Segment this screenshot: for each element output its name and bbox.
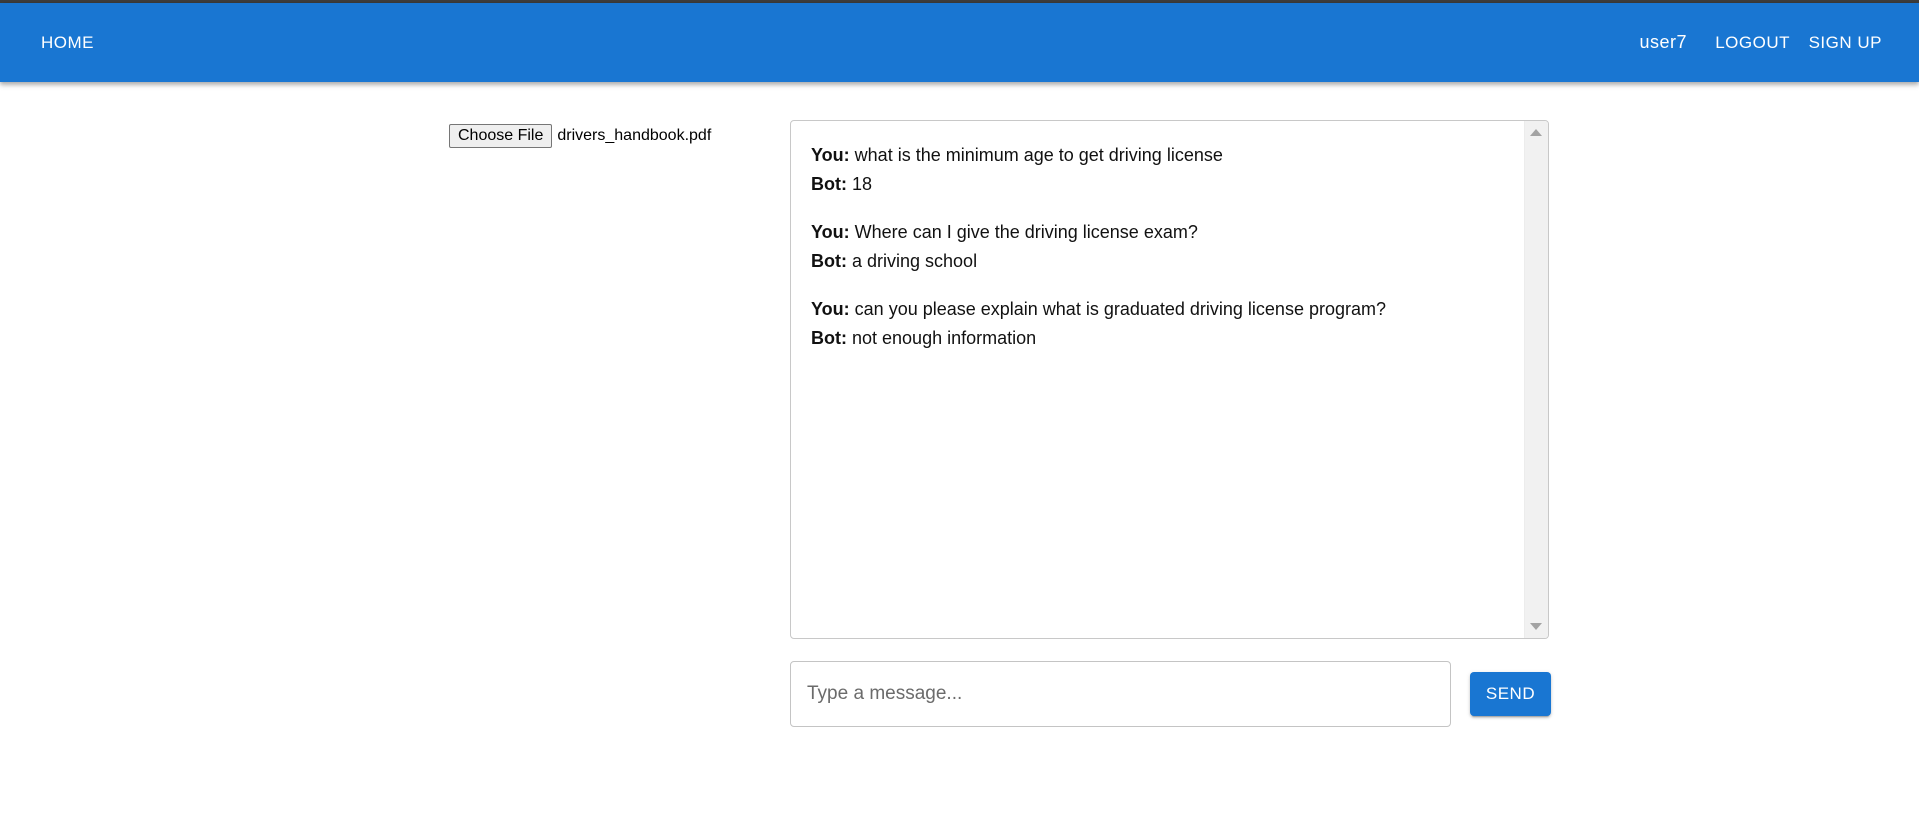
user-message: You: Where can I give the driving licens… xyxy=(811,218,1518,247)
bot-message-text: 18 xyxy=(852,174,873,194)
selected-file-name: drivers_handbook.pdf xyxy=(557,127,712,144)
signup-button[interactable]: SIGN UP xyxy=(1809,3,1882,82)
bot-message-text: not enough information xyxy=(852,328,1037,348)
bot-label: Bot: xyxy=(811,174,847,194)
message-pair: You: what is the minimum age to get driv… xyxy=(811,141,1518,199)
choose-file-button[interactable]: Choose File xyxy=(449,124,553,148)
bot-label: Bot: xyxy=(811,328,847,348)
file-upload: Choose File drivers_handbook.pdf xyxy=(449,124,711,148)
username-label: user7 xyxy=(1639,32,1687,52)
send-button[interactable]: SEND xyxy=(1470,672,1551,716)
message-pair: You: can you please explain what is grad… xyxy=(811,295,1518,353)
home-button[interactable]: HOME xyxy=(41,3,94,82)
scroll-down-arrow-icon[interactable] xyxy=(1530,623,1542,630)
bot-message: Bot: not enough information xyxy=(811,324,1518,353)
you-label: You: xyxy=(811,145,850,165)
message-input[interactable] xyxy=(790,661,1451,727)
chat-messages: You: what is the minimum age to get driv… xyxy=(811,141,1518,372)
user-message: You: what is the minimum age to get driv… xyxy=(811,141,1518,170)
user-message: You: can you please explain what is grad… xyxy=(811,295,1518,324)
user-message-text: what is the minimum age to get driving l… xyxy=(854,145,1223,165)
message-pair: You: Where can I give the driving licens… xyxy=(811,218,1518,276)
chat-history[interactable]: You: what is the minimum age to get driv… xyxy=(790,120,1549,639)
you-label: You: xyxy=(811,299,850,319)
bot-message-text: a driving school xyxy=(852,251,978,271)
user-message-text: Where can I give the driving license exa… xyxy=(854,222,1198,242)
bot-message: Bot: a driving school xyxy=(811,247,1518,276)
you-label: You: xyxy=(811,222,850,242)
scroll-up-arrow-icon[interactable] xyxy=(1530,129,1542,136)
app-bar: HOME user7 LOGOUT SIGN UP xyxy=(0,3,1919,82)
chat-scrollbar[interactable] xyxy=(1524,121,1548,638)
bot-message: Bot: 18 xyxy=(811,170,1518,199)
logout-button[interactable]: LOGOUT xyxy=(1715,3,1790,82)
bot-label: Bot: xyxy=(811,251,847,271)
user-message-text: can you please explain what is graduated… xyxy=(854,299,1386,319)
